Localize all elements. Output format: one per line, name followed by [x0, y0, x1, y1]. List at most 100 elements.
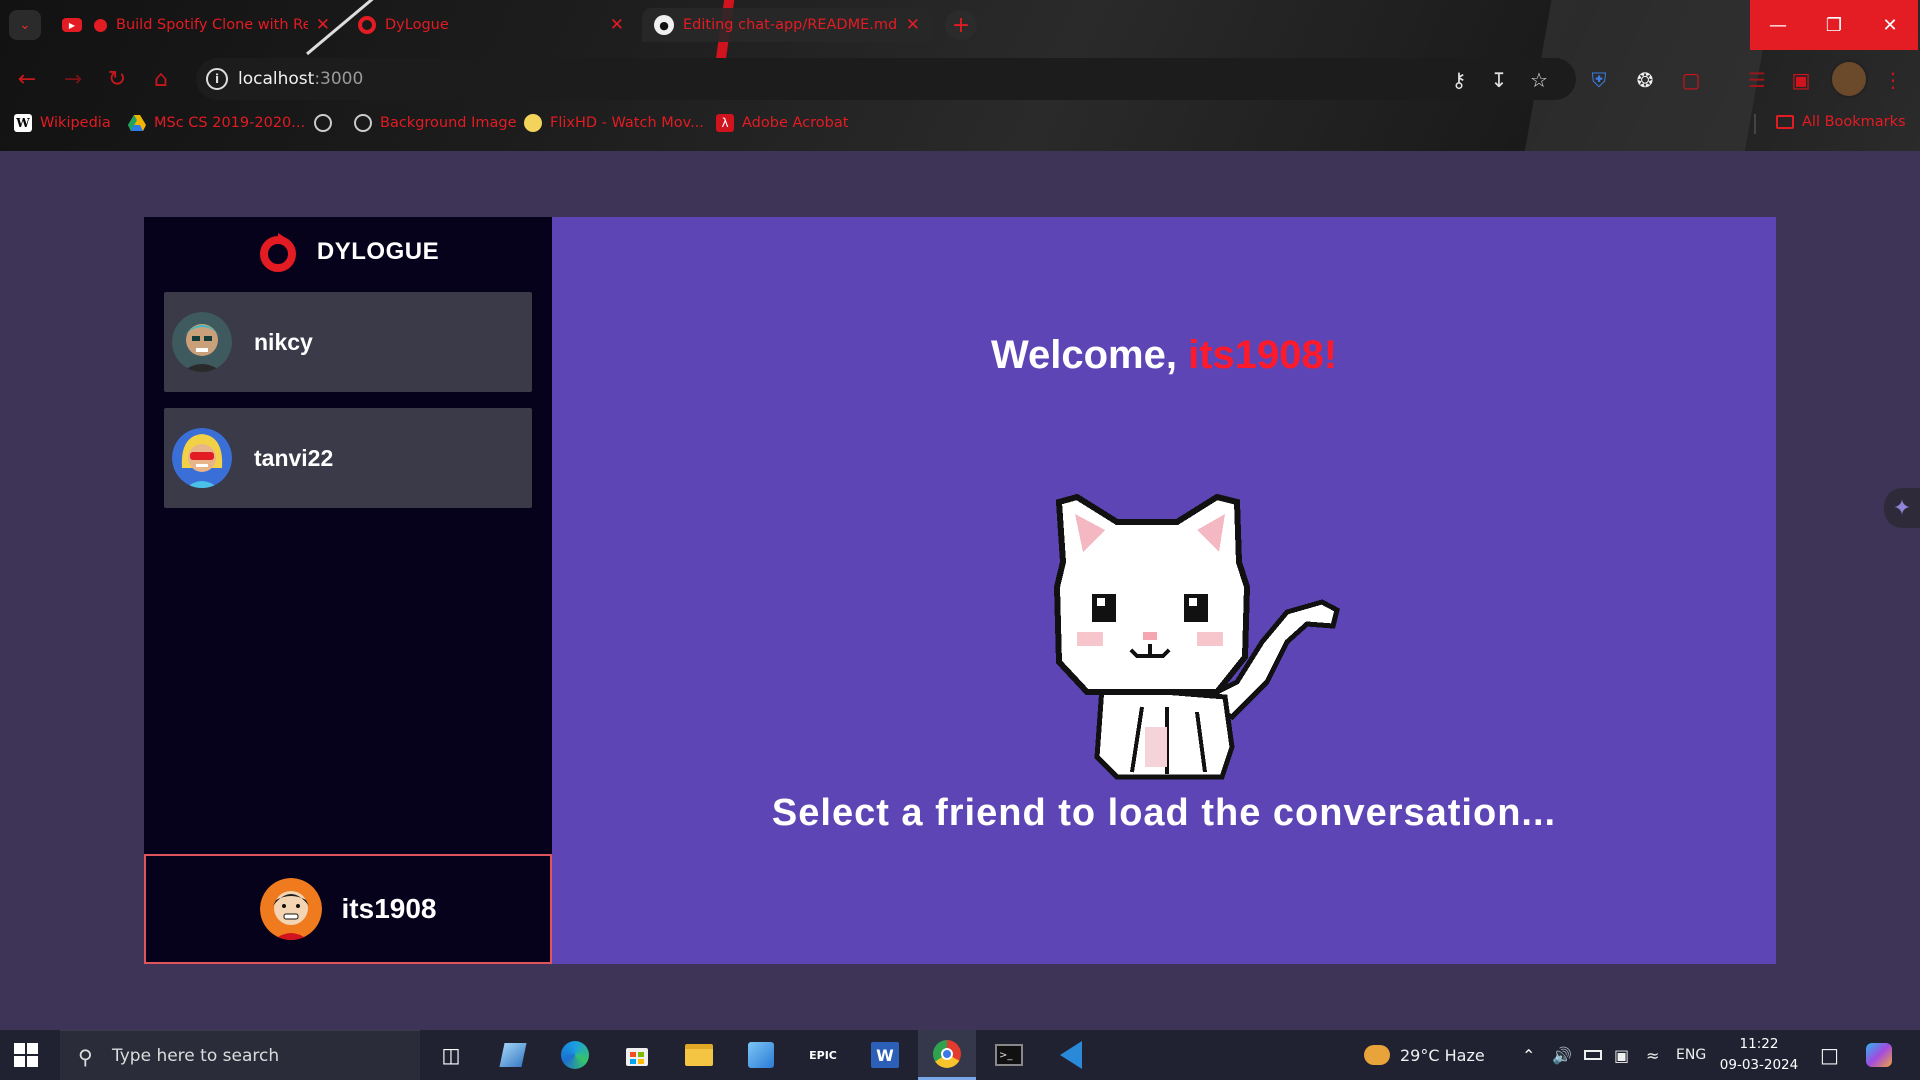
contact-name: nikcy [254, 328, 313, 355]
photos-icon[interactable] [732, 1030, 790, 1080]
drive-icon [128, 114, 146, 132]
brand-name: DYLOGUE [316, 238, 440, 265]
weather-text: 29°C Haze [1400, 1045, 1485, 1065]
vscode-icon[interactable] [1042, 1030, 1100, 1080]
dylogue-icon [358, 16, 376, 34]
bookmark-acrobat[interactable]: λ Adobe Acrobat [716, 114, 848, 132]
windows-start-icon[interactable] [14, 1043, 38, 1067]
wikipedia-icon: W [14, 114, 32, 132]
tab-search-button[interactable]: ⌄ [9, 10, 41, 40]
store-icon[interactable] [608, 1030, 666, 1080]
bookmark-globe[interactable] [314, 114, 340, 132]
epic-games-icon[interactable]: EPIC [794, 1030, 852, 1080]
file-explorer-icon[interactable] [670, 1030, 728, 1080]
bookmarks-bar: W Wikipedia MSc CS 2019-2020... Backgrou… [0, 112, 1920, 140]
youtube-icon: ▶ [62, 18, 82, 32]
bookmark-msc[interactable]: MSc CS 2019-2020... [128, 114, 305, 132]
weather-icon [1364, 1045, 1390, 1065]
back-button[interactable]: ← [12, 64, 42, 94]
volume-icon[interactable]: 🔊 [1552, 1030, 1572, 1080]
bookmark-background-image[interactable]: Background Image [354, 114, 517, 132]
clock[interactable]: 11:22 09-03-2024 [1704, 1034, 1814, 1076]
taskbar-search[interactable]: ⚲ Type here to search [60, 1030, 420, 1080]
bookmark-label: Wikipedia [40, 115, 111, 131]
close-window-button[interactable]: ✕ [1862, 0, 1918, 50]
site-info-icon[interactable]: i [206, 68, 228, 90]
all-bookmarks-label: All Bookmarks [1802, 114, 1906, 130]
profile-avatar[interactable] [1830, 60, 1868, 98]
browser-chrome: ⌄ ▶ Build Spotify Clone with Re ✕ DyLogu… [0, 0, 1920, 151]
windows-taskbar: ⚲ Type here to search ◫ EPIC W >_ 29°C H… [0, 1030, 1920, 1080]
new-tab-button[interactable]: + [945, 10, 977, 40]
show-hidden-icons-icon[interactable]: ⌃ [1522, 1030, 1535, 1080]
bookmark-label: Adobe Acrobat [742, 115, 849, 131]
address-bar[interactable]: i localhost:3000 ⚷ ↧ ☆ [196, 58, 1576, 100]
edge-icon[interactable] [546, 1030, 604, 1080]
current-user-panel: its1908 [144, 854, 552, 964]
pen-app-icon[interactable] [484, 1030, 542, 1080]
all-bookmarks[interactable]: All Bookmarks [1776, 114, 1906, 130]
contact-name: tanvi22 [254, 444, 334, 471]
avatar [259, 878, 322, 940]
avatar [172, 312, 232, 372]
wifi-icon[interactable]: ≈ [1646, 1030, 1659, 1080]
home-button[interactable]: ⌂ [146, 64, 176, 94]
brand: DYLOGUE [144, 217, 552, 287]
tab-youtube[interactable]: ▶ Build Spotify Clone with Re ✕ [50, 8, 342, 42]
extension-icon[interactable]: ▢ [1678, 67, 1704, 93]
reload-button[interactable]: ↻ [102, 64, 132, 94]
install-app-icon[interactable]: ↧ [1486, 67, 1512, 93]
url-port: :3000 [314, 69, 364, 89]
task-view-icon[interactable]: ◫ [422, 1030, 480, 1080]
language-indicator[interactable]: ENG [1676, 1030, 1706, 1080]
welcome-prefix: Welcome, [990, 333, 1189, 377]
sparkle-icon[interactable]: ✦ [1884, 488, 1920, 528]
tab-github[interactable]: ● Editing chat-app/README.md ✕ [642, 8, 932, 42]
contact-item[interactable]: tanvi22 [164, 408, 532, 508]
extensions-puzzle-icon[interactable]: ☰ [1744, 67, 1770, 93]
clock-date: 09-03-2024 [1719, 1057, 1799, 1073]
clock-time: 11:22 [1739, 1036, 1779, 1052]
close-icon[interactable]: ✕ [610, 15, 624, 35]
copilot-icon[interactable] [1866, 1030, 1892, 1080]
side-panel-icon[interactable]: ▣ [1788, 67, 1814, 93]
avatar [172, 428, 232, 488]
contact-item[interactable]: nikcy [164, 292, 532, 392]
restore-button[interactable]: ❐ [1806, 0, 1862, 50]
pixel-cat-image [1053, 493, 1340, 780]
tab-title: DyLogue [385, 17, 449, 33]
password-key-icon[interactable]: ⚷ [1446, 67, 1472, 93]
close-icon[interactable]: ✕ [906, 15, 920, 35]
acrobat-icon: λ [716, 114, 734, 132]
bookmark-label: FlixHD - Watch Mov... [550, 115, 704, 131]
dylogue-logo-icon [259, 233, 296, 272]
bookmark-label: MSc CS 2019-2020... [154, 115, 306, 131]
weather-widget[interactable]: 29°C Haze [1364, 1030, 1485, 1080]
select-friend-message: Select a friend to load the conversation… [771, 792, 1557, 834]
notification-icon[interactable]: □ [1820, 1030, 1839, 1080]
word-icon[interactable]: W [856, 1030, 914, 1080]
tab-dylogue[interactable]: DyLogue ✕ [346, 8, 636, 42]
tab-title: Editing chat-app/README.md [683, 17, 898, 33]
shield-extension-icon[interactable]: ⛨ [1586, 67, 1612, 93]
folder-icon [1776, 115, 1794, 129]
bookmark-flixhd[interactable]: FlixHD - Watch Mov... [524, 114, 704, 132]
browser-toolbar: ← → ↻ ⌂ i localhost:3000 ⚷ ↧ ☆ ⛨ ❂ ▢ ☰ ▣… [0, 58, 1920, 100]
chrome-icon[interactable] [918, 1030, 976, 1080]
github-icon: ● [654, 15, 674, 35]
forward-button[interactable]: → [58, 64, 88, 94]
bookmark-wikipedia[interactable]: W Wikipedia [14, 114, 111, 132]
network-status-icon[interactable]: ▣ [1614, 1030, 1629, 1080]
flixhd-icon [524, 114, 542, 132]
menu-dots-icon[interactable]: ⋮ [1880, 67, 1906, 93]
bookmark-label: Background Image [380, 115, 517, 131]
search-icon: ⚲ [78, 1045, 93, 1069]
minimize-button[interactable]: — [1750, 0, 1806, 50]
bookmark-star-icon[interactable]: ☆ [1526, 67, 1552, 93]
extension-icon[interactable]: ❂ [1632, 67, 1658, 93]
current-username: its1908 [341, 893, 437, 924]
terminal-icon[interactable]: >_ [980, 1030, 1038, 1080]
recording-dot-icon [94, 18, 107, 32]
battery-icon[interactable] [1584, 1030, 1602, 1080]
close-icon[interactable]: ✕ [316, 15, 330, 35]
